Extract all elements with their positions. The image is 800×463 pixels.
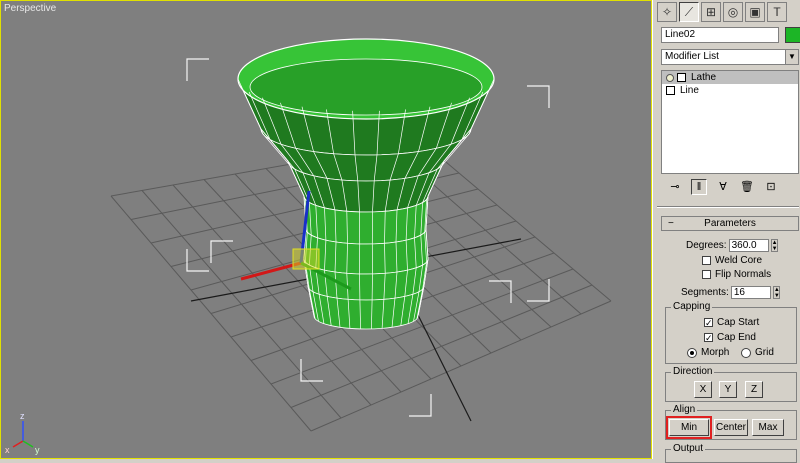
direction-y-button[interactable]: Y (719, 381, 737, 398)
stack-item-label: Lathe (691, 72, 717, 83)
align-max-button[interactable]: Max (752, 419, 784, 436)
lightbulb-icon[interactable] (666, 73, 674, 82)
segments-row: Segments: 16 ▲ ▼ (681, 286, 780, 299)
align-title: Align (671, 404, 698, 415)
modifier-list-dropdown[interactable]: Modifier List ▼ (661, 49, 799, 65)
capping-title: Capping (671, 301, 713, 312)
stack-toolbar: ⊸ ‖ ∀ 🗑 ⊡ (661, 178, 800, 196)
object-color-swatch[interactable] (785, 27, 800, 43)
grid-radio[interactable] (741, 347, 751, 358)
cap-end-label: Cap End (717, 332, 756, 343)
utilities-tab-icon[interactable]: T (767, 2, 787, 22)
weld-core-row[interactable]: Weld Core (702, 255, 762, 266)
view-axis-z-label: z (20, 411, 25, 421)
align-min-button[interactable]: Min (666, 416, 712, 439)
degrees-label: Degrees: (686, 240, 727, 251)
flip-normals-label: Flip Normals (715, 269, 772, 280)
view-axis-y (22, 440, 34, 448)
perspective-viewport[interactable]: z x y Perspective (0, 0, 652, 459)
modify-tab-icon[interactable]: ⟋ (679, 2, 699, 22)
cap-start-checkbox[interactable]: ✓ (704, 318, 713, 328)
hierarchy-tab-icon[interactable]: ⊞ (701, 2, 721, 22)
flip-normals-checkbox[interactable] (702, 270, 711, 279)
view-axis-y-label: y (35, 445, 40, 455)
view-axis-x-label: x (5, 445, 10, 455)
degrees-row: Degrees: 360.0 ▲ ▼ (686, 239, 778, 252)
cap-start-row[interactable]: ✓ Cap Start (704, 317, 759, 328)
configure-modifier-sets-icon[interactable]: ⊡ (763, 179, 779, 195)
spinner-arrows-icon[interactable]: ▲ ▼ (772, 286, 780, 299)
collapse-icon: − (668, 218, 674, 229)
plane-gizmo (292, 248, 320, 270)
segments-spinner[interactable]: 16 (730, 286, 771, 299)
output-title: Output (671, 443, 706, 454)
create-tab-icon[interactable]: ✧ (657, 2, 677, 22)
modifier-stack: Lathe Line (661, 70, 799, 174)
expand-icon[interactable] (666, 86, 675, 95)
weld-core-label: Weld Core (715, 255, 763, 266)
show-end-result-icon[interactable]: ‖ (691, 179, 707, 195)
stack-item-line[interactable]: Line (662, 84, 798, 97)
direction-x-button[interactable]: X (694, 381, 712, 398)
degrees-spinner[interactable]: 360.0 (728, 239, 769, 252)
viewport-scene[interactable]: z x y (1, 1, 652, 459)
cap-start-label: Cap Start (717, 317, 760, 328)
direction-title: Direction (671, 366, 715, 377)
expand-icon[interactable] (677, 73, 686, 82)
grid-radio-row[interactable]: Grid (741, 347, 774, 358)
morph-radio-row[interactable]: Morph (687, 347, 729, 358)
weld-core-checkbox[interactable] (702, 256, 711, 265)
motion-tab-icon[interactable]: ◎ (723, 2, 743, 22)
cap-end-row[interactable]: ✓ Cap End (704, 332, 756, 343)
stack-item-lathe[interactable]: Lathe (662, 71, 798, 84)
remove-modifier-icon[interactable]: 🗑 (739, 179, 755, 195)
dropdown-arrow-icon[interactable]: ▼ (785, 50, 798, 64)
segments-label: Segments: (681, 287, 729, 298)
output-group: Output (665, 443, 797, 463)
parameters-rollout-header[interactable]: − Parameters (661, 216, 799, 231)
modifier-list-label: Modifier List (665, 51, 719, 62)
grid-label: Grid (755, 347, 774, 358)
stack-item-label: Line (680, 85, 699, 96)
divider (657, 206, 799, 208)
display-tab-icon[interactable]: ▣ (745, 2, 765, 22)
morph-label: Morph (701, 347, 730, 358)
spinner-arrows-icon[interactable]: ▲ ▼ (770, 239, 778, 252)
direction-z-button[interactable]: Z (745, 381, 763, 398)
cap-end-checkbox[interactable]: ✓ (704, 333, 713, 343)
flip-normals-row[interactable]: Flip Normals (702, 269, 771, 280)
viewport-label[interactable]: Perspective (4, 3, 56, 14)
object-name-field[interactable]: Line02 (661, 27, 779, 43)
make-unique-icon[interactable]: ∀ (715, 179, 731, 195)
morph-radio[interactable] (687, 347, 697, 358)
rollout-title: Parameters (704, 218, 756, 229)
view-axis-x (12, 440, 24, 448)
command-panel: ✧ ⟋ ⊞ ◎ ▣ T Line02 Modifier List ▼ Lathe… (652, 0, 800, 463)
pin-stack-icon[interactable]: ⊸ (667, 179, 683, 195)
align-center-button[interactable]: Center (714, 419, 748, 436)
panel-tabs: ✧ ⟋ ⊞ ◎ ▣ T (657, 2, 787, 24)
